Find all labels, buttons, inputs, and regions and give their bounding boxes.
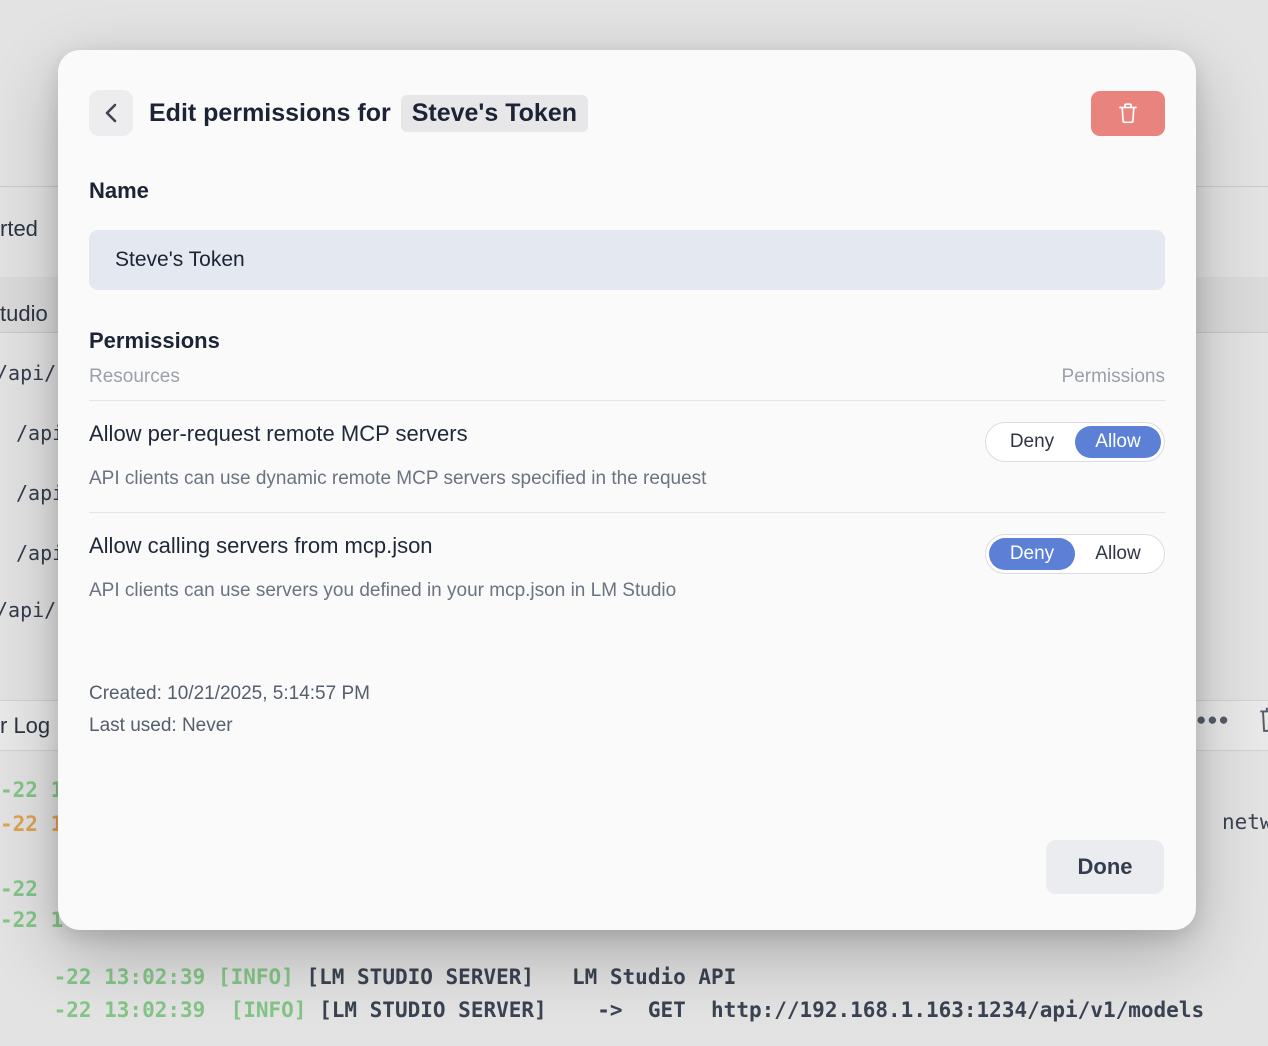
background-text-fragment: tudio: [0, 301, 48, 327]
deny-allow-toggle: Deny Allow: [985, 422, 1165, 462]
trash-icon: [1117, 101, 1139, 125]
clear-logs-trash-icon[interactable]: [1257, 705, 1268, 738]
background-text-fragment: rted: [0, 216, 38, 242]
log-line-stub: -22 1: [0, 778, 63, 802]
permission-title: Allow per-request remote MCP servers: [89, 421, 985, 447]
deny-option[interactable]: Deny: [989, 538, 1075, 570]
allow-option[interactable]: Allow: [1075, 538, 1161, 570]
server-logs-title-fragment: r Log: [0, 713, 50, 739]
dialog-title: Edit permissions for Steve's Token: [149, 95, 588, 132]
edit-permissions-dialog: Edit permissions for Steve's Token Name …: [58, 50, 1196, 930]
permissions-heading: Permissions: [89, 328, 1165, 354]
done-button[interactable]: Done: [1046, 840, 1164, 894]
token-metadata: Created: 10/21/2025, 5:14:57 PM Last use…: [89, 678, 1165, 742]
log-message: [LM STUDIO SERVER] -> GET http://192.168…: [306, 998, 1204, 1022]
allow-option[interactable]: Allow: [1075, 426, 1161, 458]
permission-row-mcp-json: Allow calling servers from mcp.json API …: [89, 512, 1165, 624]
background-api-path: /api: [16, 541, 64, 565]
background-api-path: /api: [16, 481, 64, 505]
log-line-stub: -22: [0, 877, 38, 901]
dialog-header: Edit permissions for Steve's Token: [89, 90, 1165, 136]
token-name-badge: Steve's Token: [401, 95, 588, 132]
deny-allow-toggle: Deny Allow: [985, 534, 1165, 574]
permission-title: Allow calling servers from mcp.json: [89, 533, 985, 559]
permission-texts: Allow per-request remote MCP servers API…: [89, 421, 985, 490]
delete-token-button[interactable]: [1091, 91, 1165, 136]
permissions-column-label: Permissions: [1062, 366, 1165, 388]
back-button[interactable]: [89, 90, 133, 136]
log-line: -22 13:02:39 [INFO] [LM STUDIO SERVER] -…: [3, 974, 1204, 1046]
background-api-path: /api/: [0, 598, 56, 622]
token-name-input[interactable]: [89, 230, 1165, 290]
permission-description: API clients can use servers you defined …: [89, 580, 985, 602]
background-api-path: /api/: [0, 361, 56, 385]
more-options-icon[interactable]: ●●●: [1196, 710, 1230, 730]
log-level: [INFO]: [205, 998, 306, 1022]
log-text-fragment: netwo: [1222, 810, 1268, 834]
resources-column-label: Resources: [89, 366, 180, 388]
background-api-path: /api: [16, 421, 64, 445]
permission-texts: Allow calling servers from mcp.json API …: [89, 533, 985, 602]
last-used-value: Last used: Never: [89, 710, 1165, 742]
dialog-title-prefix: Edit permissions for: [149, 99, 391, 128]
log-line-stub: -22 1: [0, 812, 63, 836]
log-timestamp: -22 13:02:39: [54, 998, 206, 1022]
chevron-left-icon: [103, 102, 119, 124]
created-timestamp: Created: 10/21/2025, 5:14:57 PM: [89, 678, 1165, 710]
name-label: Name: [89, 178, 1165, 204]
log-line-stub: -22 1: [0, 908, 63, 932]
permission-row-remote-mcp: Allow per-request remote MCP servers API…: [89, 401, 1165, 512]
permissions-column-headers: Resources Permissions: [89, 366, 1165, 401]
deny-option[interactable]: Deny: [989, 426, 1075, 458]
permission-description: API clients can use dynamic remote MCP s…: [89, 468, 985, 490]
